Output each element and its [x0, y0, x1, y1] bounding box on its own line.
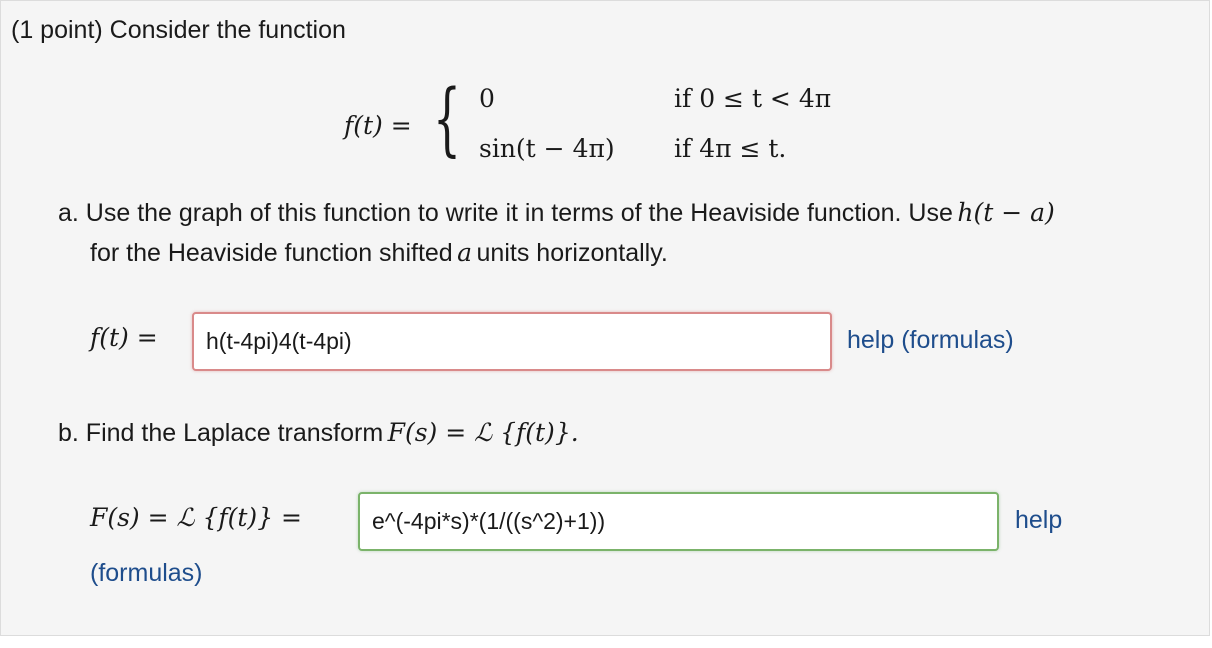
part-a-line2-post: units horizontally.: [476, 239, 668, 267]
part-a-answer-input[interactable]: [192, 312, 832, 371]
left-brace: {: [433, 72, 461, 165]
part-b-label: F(s) = ℒ {f(t)} =: [90, 503, 302, 532]
case2-value: sin(t − 4π): [479, 134, 615, 163]
case2-condition: if 4π ≤ t.: [674, 134, 787, 163]
part-a-help-link[interactable]: help (formulas): [847, 326, 1014, 355]
part-b-formulas-link[interactable]: (formulas): [90, 559, 203, 588]
part-a-prompt-line2: for the Heaviside function shifted a uni…: [90, 238, 668, 268]
case1-value: 0: [479, 84, 495, 113]
part-a-prompt-math: h(t − a): [957, 198, 1055, 227]
part-b-answer-input[interactable]: [358, 492, 999, 551]
part-b-prompt: b. Find the Laplace transform F(s) = ℒ {…: [58, 418, 579, 448]
case1-condition: if 0 ≤ t < 4π: [674, 84, 832, 113]
part-b-prompt-text: b. Find the Laplace transform: [58, 419, 384, 447]
part-a-var: a: [457, 238, 473, 267]
part-a-prompt: a. Use the graph of this function to wri…: [58, 198, 1055, 228]
definition-lhs: f(t) =: [344, 111, 412, 140]
part-b-help-link[interactable]: help: [1015, 506, 1062, 535]
part-a-line2-pre: for the Heaviside function shifted: [90, 239, 453, 267]
part-a-label: f(t) =: [90, 323, 158, 352]
part-a-prompt-text: a. Use the graph of this function to wri…: [58, 199, 953, 227]
problem-intro: (1 point) Consider the function: [11, 16, 346, 44]
part-b-prompt-math: F(s) = ℒ {f(t)}.: [387, 418, 579, 447]
problem-panel: (1 point) Consider the function f(t) = {…: [0, 0, 1210, 636]
